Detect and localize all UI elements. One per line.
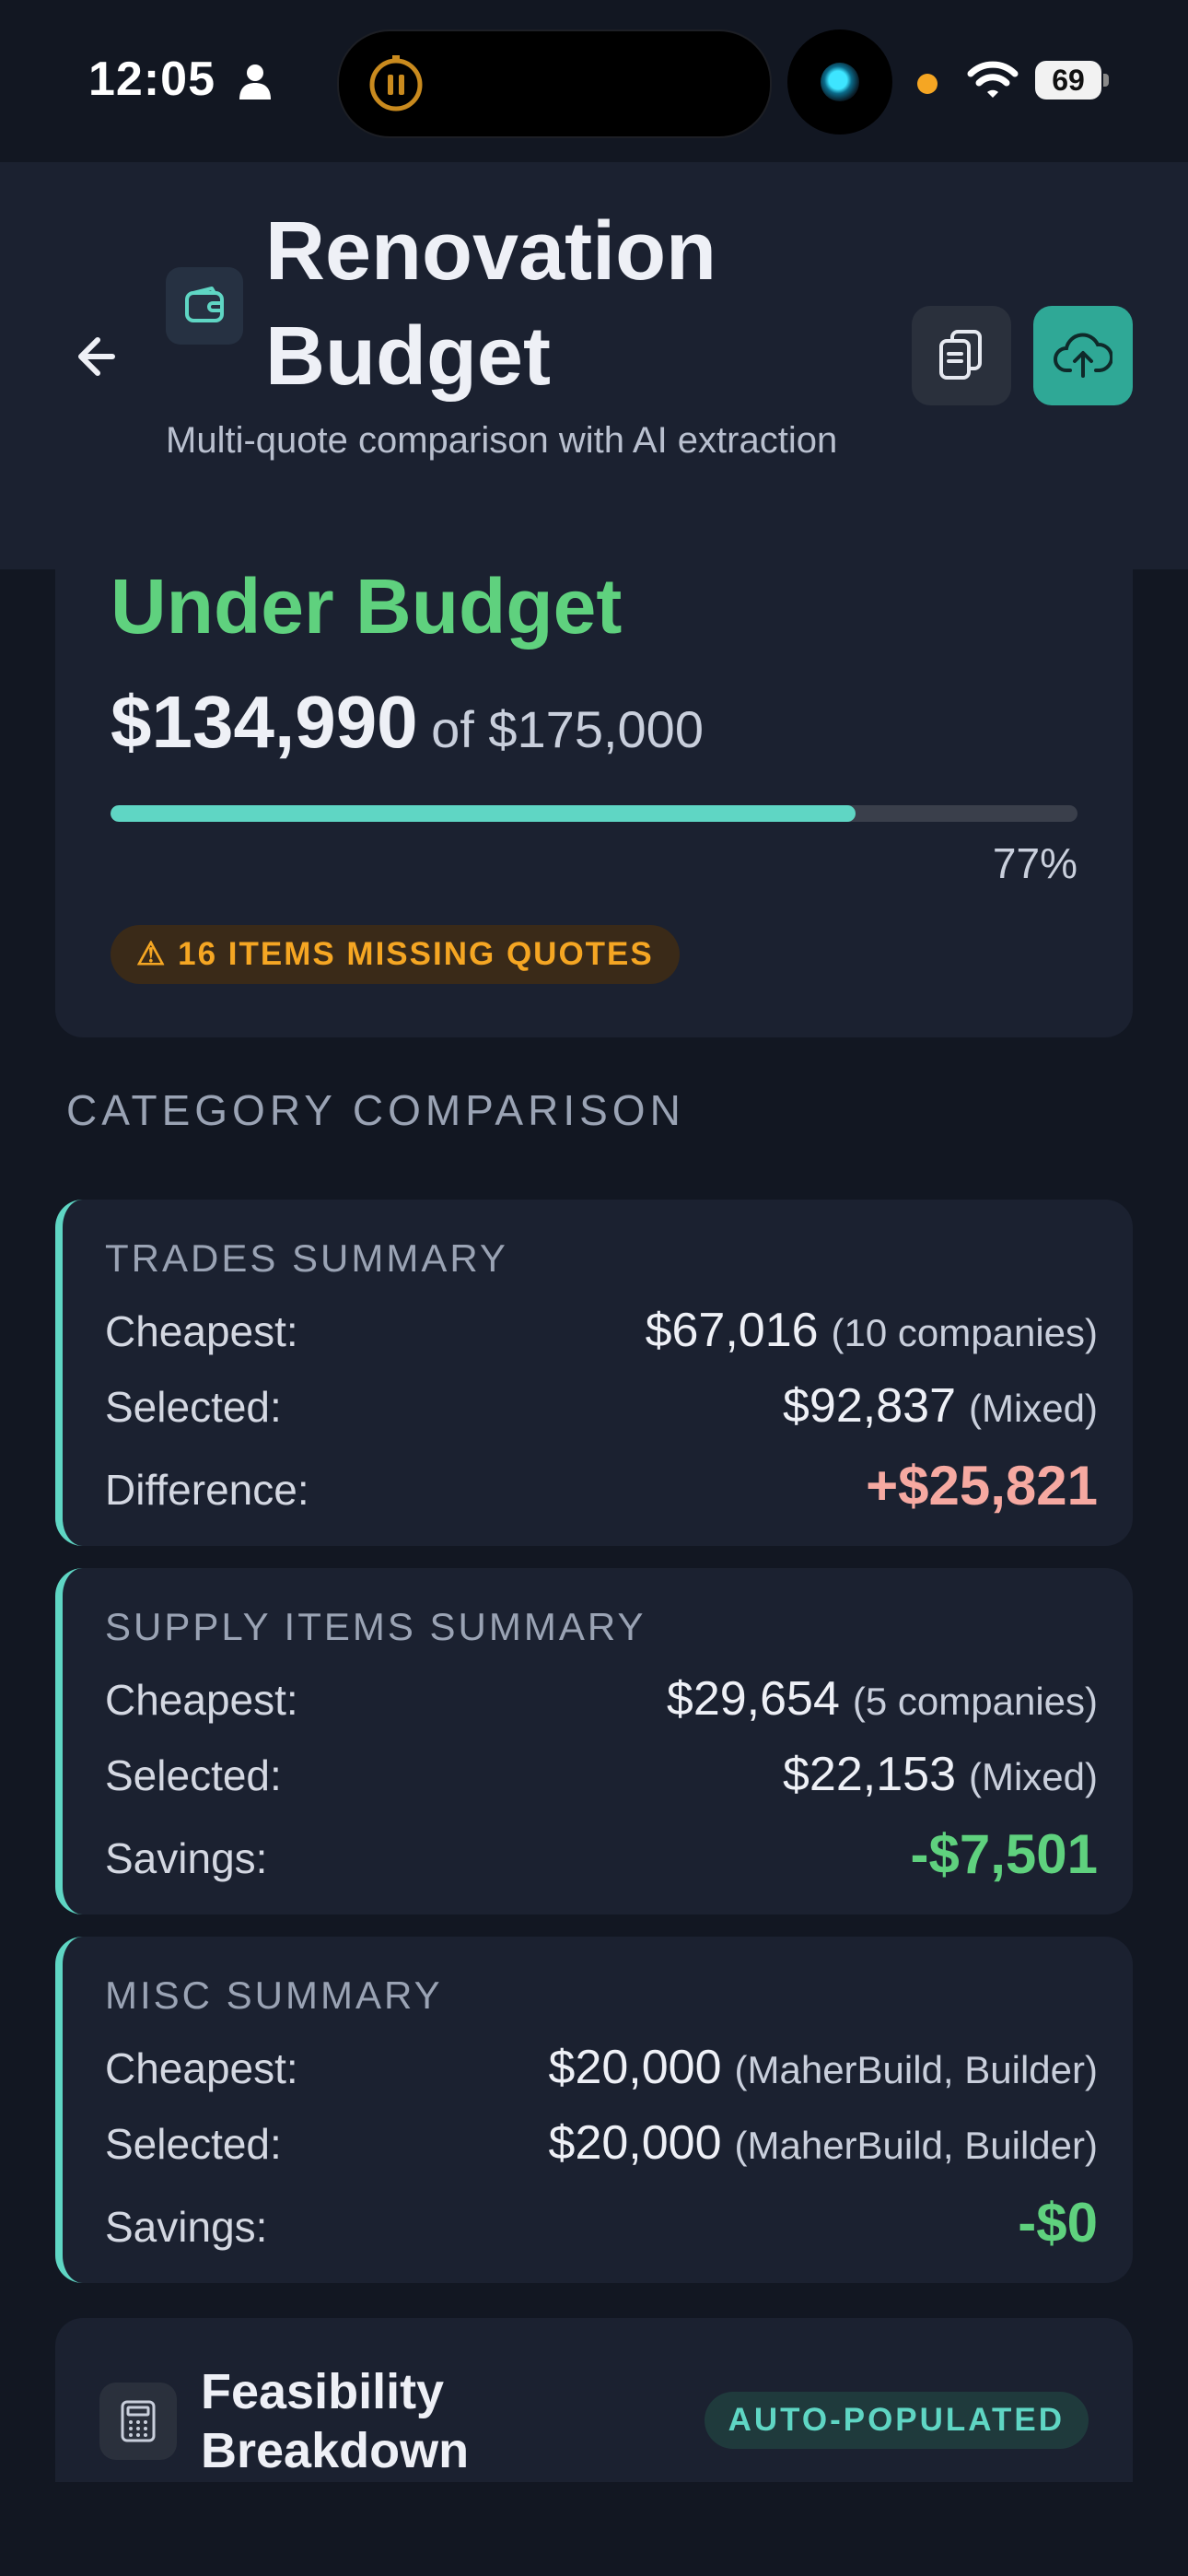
row-difference: Difference: +$25,821 xyxy=(105,1454,1098,1516)
row-label: Savings: xyxy=(105,2203,268,2251)
trades-summary-card[interactable]: TRADES SUMMARY Cheapest: $67,016 (10 comp… xyxy=(55,1200,1133,1546)
status-bar: 12:05 69 xyxy=(0,0,1188,162)
row-note: (MaherBuild, Builder) xyxy=(734,2048,1099,2091)
row-label: Selected: xyxy=(105,1383,282,1431)
budget-status: Under Budget xyxy=(111,563,623,650)
savings-value: -$0 xyxy=(1018,2192,1098,2254)
row-label: Cheapest: xyxy=(105,2044,298,2092)
budget-percent: 77% xyxy=(992,839,1077,887)
page-subtitle: Multi-quote comparison with AI extractio… xyxy=(166,420,838,461)
row-savings: Savings: -$0 xyxy=(105,2191,1098,2254)
row-note: (10 companies) xyxy=(831,1311,1098,1354)
card-title: MISC SUMMARY xyxy=(105,1973,443,2017)
difference-value: +$25,821 xyxy=(866,1455,1098,1516)
row-label: Difference: xyxy=(105,1466,309,1514)
row-value: $20,000 xyxy=(548,2116,722,2170)
page-title: Renovation Budget xyxy=(265,205,717,403)
amount-row: $134,990 of $175,000 xyxy=(111,680,704,765)
missing-quotes-badge[interactable]: ⚠ 16 ITEMS MISSING QUOTES xyxy=(111,925,680,984)
card-title: TRADES SUMMARY xyxy=(105,1236,508,1280)
amount-total: of $175,000 xyxy=(431,700,704,758)
privacy-indicator xyxy=(917,74,938,94)
row-value: $29,654 xyxy=(666,1672,840,1726)
cloud-upload-icon xyxy=(1054,333,1112,378)
row-selected: Selected: $92,837 (Mixed) xyxy=(105,1378,1098,1434)
person-icon xyxy=(239,64,271,100)
battery-level: 69 xyxy=(1035,61,1101,100)
budget-progress-bar xyxy=(111,805,1077,822)
bottom-fade xyxy=(0,2482,1188,2576)
row-value: $67,016 xyxy=(645,1304,819,1357)
row-label: Selected: xyxy=(105,1751,282,1799)
copy-button[interactable] xyxy=(912,306,1011,405)
auto-populated-badge: AUTO-POPULATED xyxy=(704,2392,1089,2449)
row-cheapest: Cheapest: $29,654 (5 companies) xyxy=(105,1671,1098,1727)
timer-pause-icon xyxy=(369,55,423,111)
row-selected: Selected: $22,153 (Mixed) xyxy=(105,1747,1098,1802)
back-arrow-icon[interactable] xyxy=(64,322,133,391)
budget-status-card: Under Budget $134,990 of $175,000 77% ⚠ … xyxy=(55,568,1133,1037)
row-value: $20,000 xyxy=(548,2041,722,2094)
battery-icon: 69 xyxy=(1035,61,1109,100)
wallet-icon xyxy=(166,267,243,345)
row-cheapest: Cheapest: $67,016 (10 companies) xyxy=(105,1303,1098,1358)
status-time: 12:05 xyxy=(88,53,215,106)
budget-progress-fill xyxy=(111,805,856,822)
row-cheapest: Cheapest: $20,000 (MaherBuild, Builder) xyxy=(105,2040,1098,2095)
savings-value: -$7,501 xyxy=(910,1823,1099,1885)
card-title: SUPPLY ITEMS SUMMARY xyxy=(105,1605,646,1648)
row-selected: Selected: $20,000 (MaherBuild, Builder) xyxy=(105,2115,1098,2171)
supply-items-summary-card[interactable]: SUPPLY ITEMS SUMMARY Cheapest: $29,654 (5… xyxy=(55,1568,1133,1914)
dynamic-island xyxy=(337,29,772,138)
wifi-icon xyxy=(967,61,1019,98)
row-note: (5 companies) xyxy=(852,1680,1098,1723)
copy-icon xyxy=(939,330,982,380)
row-savings: Savings: -$7,501 xyxy=(105,1822,1098,1885)
cloud-upload-button[interactable] xyxy=(1033,306,1133,405)
row-note: (Mixed) xyxy=(968,1387,1098,1430)
calculator-icon xyxy=(99,2383,177,2460)
amount-spent: $134,990 xyxy=(111,681,418,763)
row-label: Cheapest: xyxy=(105,1676,298,1724)
row-value: $22,153 xyxy=(783,1748,956,1801)
section-title: CATEGORY COMPARISON xyxy=(66,1086,685,1134)
misc-summary-card[interactable]: MISC SUMMARY Cheapest: $20,000 (MaherBuil… xyxy=(55,1937,1133,2283)
row-label: Selected: xyxy=(105,2120,282,2168)
row-note: (MaherBuild, Builder) xyxy=(734,2124,1099,2167)
row-label: Cheapest: xyxy=(105,1307,298,1355)
feasibility-title: Feasibility Breakdown xyxy=(201,2364,470,2478)
row-note: (Mixed) xyxy=(968,1755,1098,1798)
row-value: $92,837 xyxy=(783,1379,956,1433)
row-label: Savings: xyxy=(105,1834,268,1882)
camera-icon xyxy=(787,29,892,135)
